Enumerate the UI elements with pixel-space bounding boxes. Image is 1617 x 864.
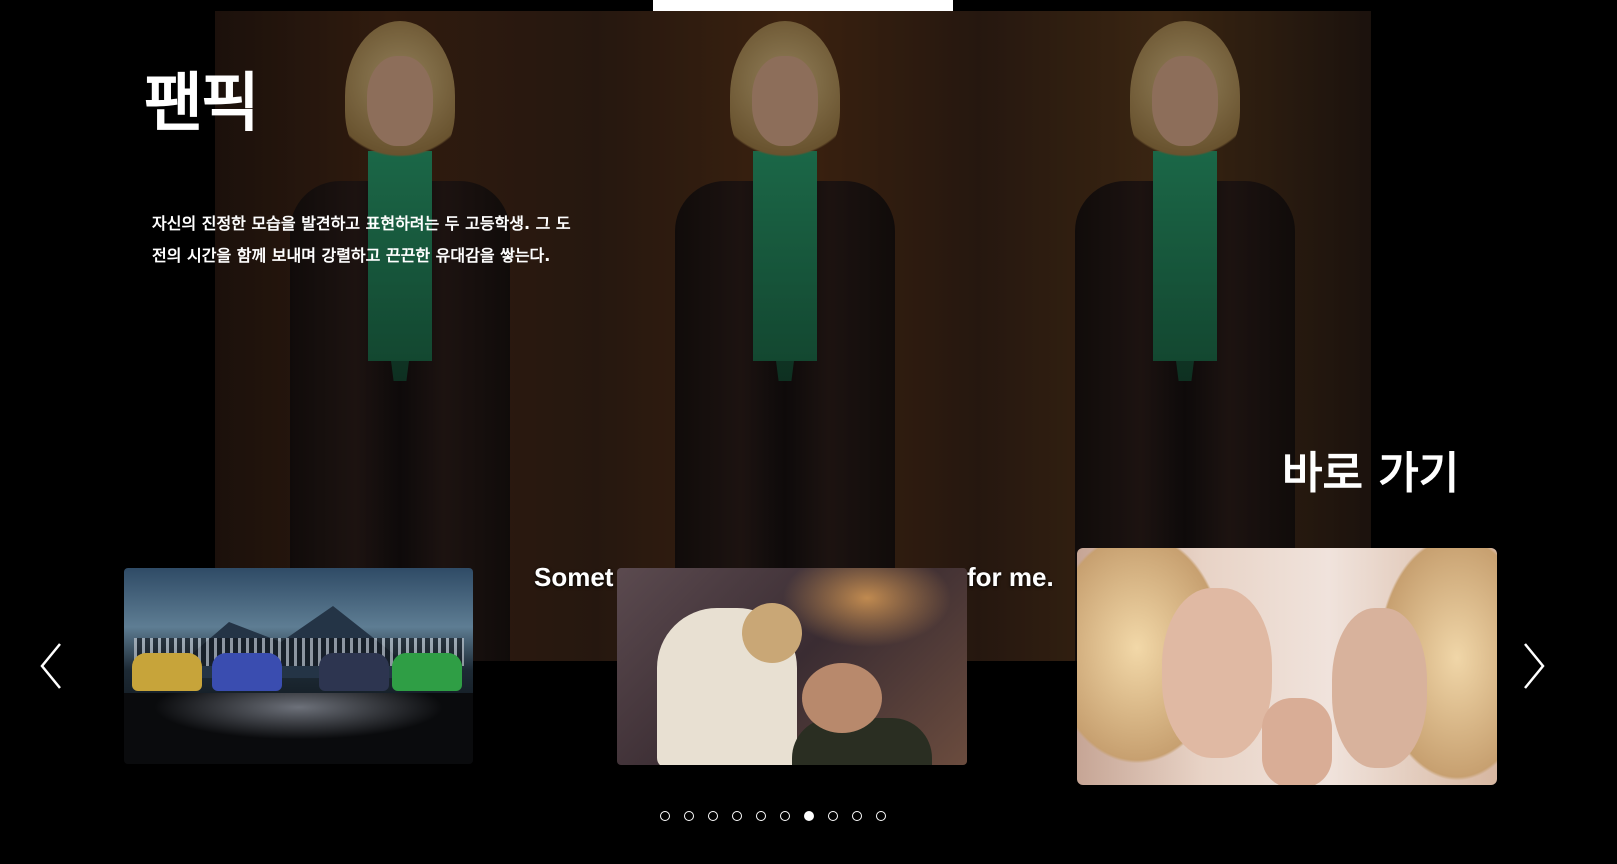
pagination-dot[interactable]: [828, 811, 838, 821]
pagination-dot[interactable]: [804, 811, 814, 821]
pagination-dot[interactable]: [780, 811, 790, 821]
carousel-card-bed-scene[interactable]: [617, 568, 967, 765]
carousel-card-featured[interactable]: [1077, 548, 1497, 785]
chevron-right-icon[interactable]: [1515, 640, 1555, 692]
go-to-button[interactable]: 바로 가기: [1282, 452, 1459, 496]
pagination-dot[interactable]: [708, 811, 718, 821]
hero-subtitle-right: for me.: [967, 562, 1054, 592]
show-description: 자신의 진정한 모습을 발견하고 표현하려는 두 고등학생. 그 도전의 시간을…: [152, 214, 571, 265]
chevron-left-icon[interactable]: [30, 640, 70, 692]
pagination-dot[interactable]: [756, 811, 766, 821]
hero-subtitle-left: Somet: [534, 562, 614, 592]
top-progress-bar: [653, 0, 953, 11]
pagination-dot[interactable]: [660, 811, 670, 821]
carousel-card-car-meet[interactable]: [124, 568, 473, 764]
pagination-dot[interactable]: [876, 811, 886, 821]
carousel-pagination: [660, 810, 886, 824]
pagination-dot[interactable]: [732, 811, 742, 821]
pagination-dot[interactable]: [684, 811, 694, 821]
show-title: 팬픽: [144, 67, 260, 141]
pagination-dot[interactable]: [852, 811, 862, 821]
